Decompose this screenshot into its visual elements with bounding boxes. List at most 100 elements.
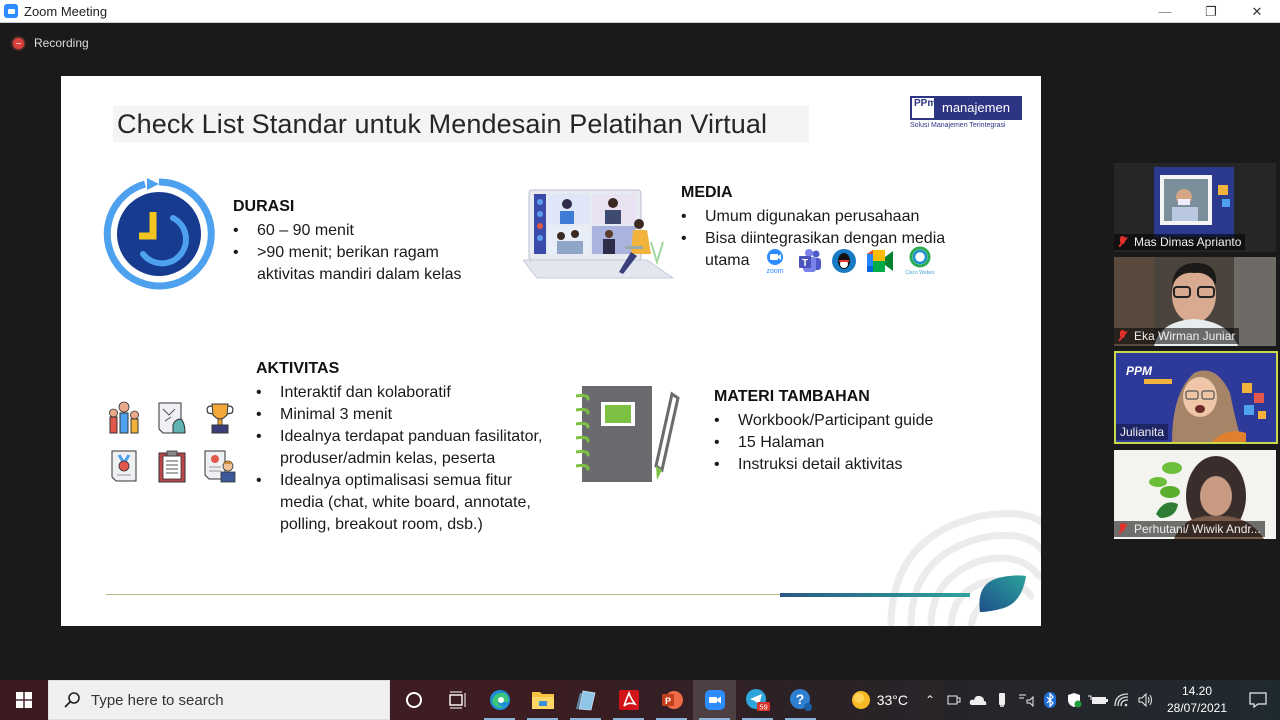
participant-tile[interactable]: Perhutani/ Wiwik Andr... [1114,450,1276,539]
tray-bluetooth[interactable] [1038,680,1062,720]
zoom-app-icon [4,4,18,18]
meet-now-icon [947,695,961,705]
participant-name: Perhutani/ Wiwik Andr... [1134,522,1261,536]
raised-hands-icon [109,401,139,434]
tray-notification-speaker[interactable] [1014,680,1038,720]
speaker-volume-icon [1138,693,1152,707]
svg-text:T: T [802,258,808,269]
start-button[interactable] [0,680,48,720]
taskbar-app-acrobat[interactable] [607,680,650,720]
taskbar-app-notepad[interactable] [564,680,607,720]
close-button[interactable]: ✕ [1234,0,1280,23]
meeting-area: Recording Check List Standar untuk Mende… [0,23,1280,680]
materi-bullet: 15 Halaman [714,432,994,454]
materi-tambahan-bullet-list: Workbook/Participant guide 15 Halaman In… [714,410,994,476]
weather-temperature[interactable]: 33°C [877,692,908,708]
clock-time: 14.20 [1181,684,1213,698]
footer-divider-line [106,594,781,595]
tray-security[interactable] [1062,680,1086,720]
system-tray: 33°C ⌃ 14.20 28/07/2021 [851,680,1280,720]
restore-button[interactable]: ❐ [1188,0,1234,23]
participant-name: Eka Wirman Juniar [1134,329,1236,343]
tray-meet-now[interactable] [942,680,966,720]
durasi-bullet: 60 – 90 menit [233,220,493,242]
weather-sunny-icon[interactable] [851,690,871,710]
participant-name-tag: Julianita [1116,424,1169,440]
taskbar-app-edge[interactable] [478,680,521,720]
taskbar-app-powerpoint[interactable]: P [650,680,693,720]
participant-name-tag: Eka Wirman Juniar [1114,328,1240,344]
participant-tile-active-speaker[interactable]: PPM Julianita [1114,351,1278,444]
windows-logo-icon [16,692,32,708]
notification-icon [1249,692,1267,708]
zoom-icon [704,690,725,710]
taskbar-pinned-apps: P 59 ? [392,680,822,720]
cisco-webex-logo-icon: Cisco Webex [905,246,935,276]
materi-bullet: Workbook/Participant guide [714,410,994,432]
taskbar-search-box[interactable]: Type here to search [48,680,390,720]
logo-ppm-mark: PPm [910,96,936,120]
folder-icon [531,692,554,709]
recording-label: Recording [34,36,89,50]
svg-text:P: P [664,696,670,706]
slide-title: Check List Standar untuk Mendesain Pelat… [113,106,809,142]
svg-text:?: ? [795,691,804,707]
onedrive-cloud-icon [969,695,987,705]
aktivitas-bullet: Idealnya terdapat panduan fasilitator, p… [256,426,546,470]
zoom-logo-text: zoom [766,268,783,274]
certificate-medal-icon [111,450,137,482]
aktivitas-bullet: Minimal 3 menit [256,404,546,426]
tray-volume[interactable] [1134,680,1158,720]
restore-icon: ❐ [1205,3,1217,19]
media-bullet: Umum digunakan perusahaan [681,206,981,228]
ppm-manajemen-logo: PPm manajemen Solusi Manajemen Terintegr… [910,96,1022,129]
volume-list-icon [1019,694,1034,707]
cortana-icon [405,692,422,708]
window-title: Zoom Meeting [24,3,108,19]
clock-icon [103,178,215,290]
strategy-chess-icon [158,402,186,434]
video-conference-laptop-illustration [523,189,675,279]
bluetooth-icon [1044,692,1056,708]
aktivitas-heading: AKTIVITAS [256,360,340,377]
action-center-button[interactable] [1236,680,1280,720]
shared-screen-slide: Check List Standar untuk Mendesain Pelat… [61,76,1041,626]
muted-mic-icon [1118,330,1128,342]
tray-usb-device[interactable] [990,680,1014,720]
taskbar-clock[interactable]: 14.20 28/07/2021 [1158,683,1236,717]
leaf-logo-icon [979,575,1026,612]
taskbar-app-zoom[interactable] [693,680,736,720]
battery-charging-icon [1088,695,1108,704]
zoom-logo-icon: zoom [766,249,784,274]
search-placeholder: Type here to search [91,691,224,709]
recording-dot-icon [13,37,24,49]
taskbar-app-file-explorer[interactable] [521,680,564,720]
participant-name: Mas Dimas Aprianto [1134,235,1242,249]
microsoft-teams-logo-icon: T [799,249,821,272]
help-icon: ? [789,689,812,711]
media-platform-logos: zoom T Cisco Webex [761,246,937,276]
minimize-button[interactable]: — [1142,0,1188,23]
task-view-icon [448,691,465,709]
muted-mic-icon [1118,523,1128,535]
durasi-bullet-list: 60 – 90 menit >90 menit; berikan ragam a… [233,220,493,286]
window-titlebar: Zoom Meeting — ❐ ✕ [0,0,1280,23]
tray-battery[interactable] [1086,680,1110,720]
powerpoint-icon: P [661,691,683,709]
recording-indicator[interactable]: Recording [13,36,89,50]
participant-tile[interactable]: Eka Wirman Juniar [1114,257,1276,346]
materi-bullet: Instruksi detail aktivitas [714,454,994,476]
cortana-button[interactable] [392,680,435,720]
notepad-icon [575,690,595,711]
participant-tile[interactable]: Mas Dimas Aprianto [1114,163,1276,252]
taskbar-app-telegram[interactable]: 59 [736,680,779,720]
taskbar-app-help[interactable]: ? [779,680,822,720]
show-hidden-icons-button[interactable]: ⌃ [918,680,942,720]
logo-tagline: Solusi Manajemen Terintegrasi [910,122,1006,129]
task-view-button[interactable] [435,680,478,720]
durasi-bullet: >90 menit; berikan ragam aktivitas mandi… [233,242,493,286]
tray-wifi[interactable] [1110,680,1134,720]
qq-logo-icon [832,249,856,273]
window-controls: — ❐ ✕ [1142,0,1280,23]
tray-onedrive[interactable] [966,680,990,720]
